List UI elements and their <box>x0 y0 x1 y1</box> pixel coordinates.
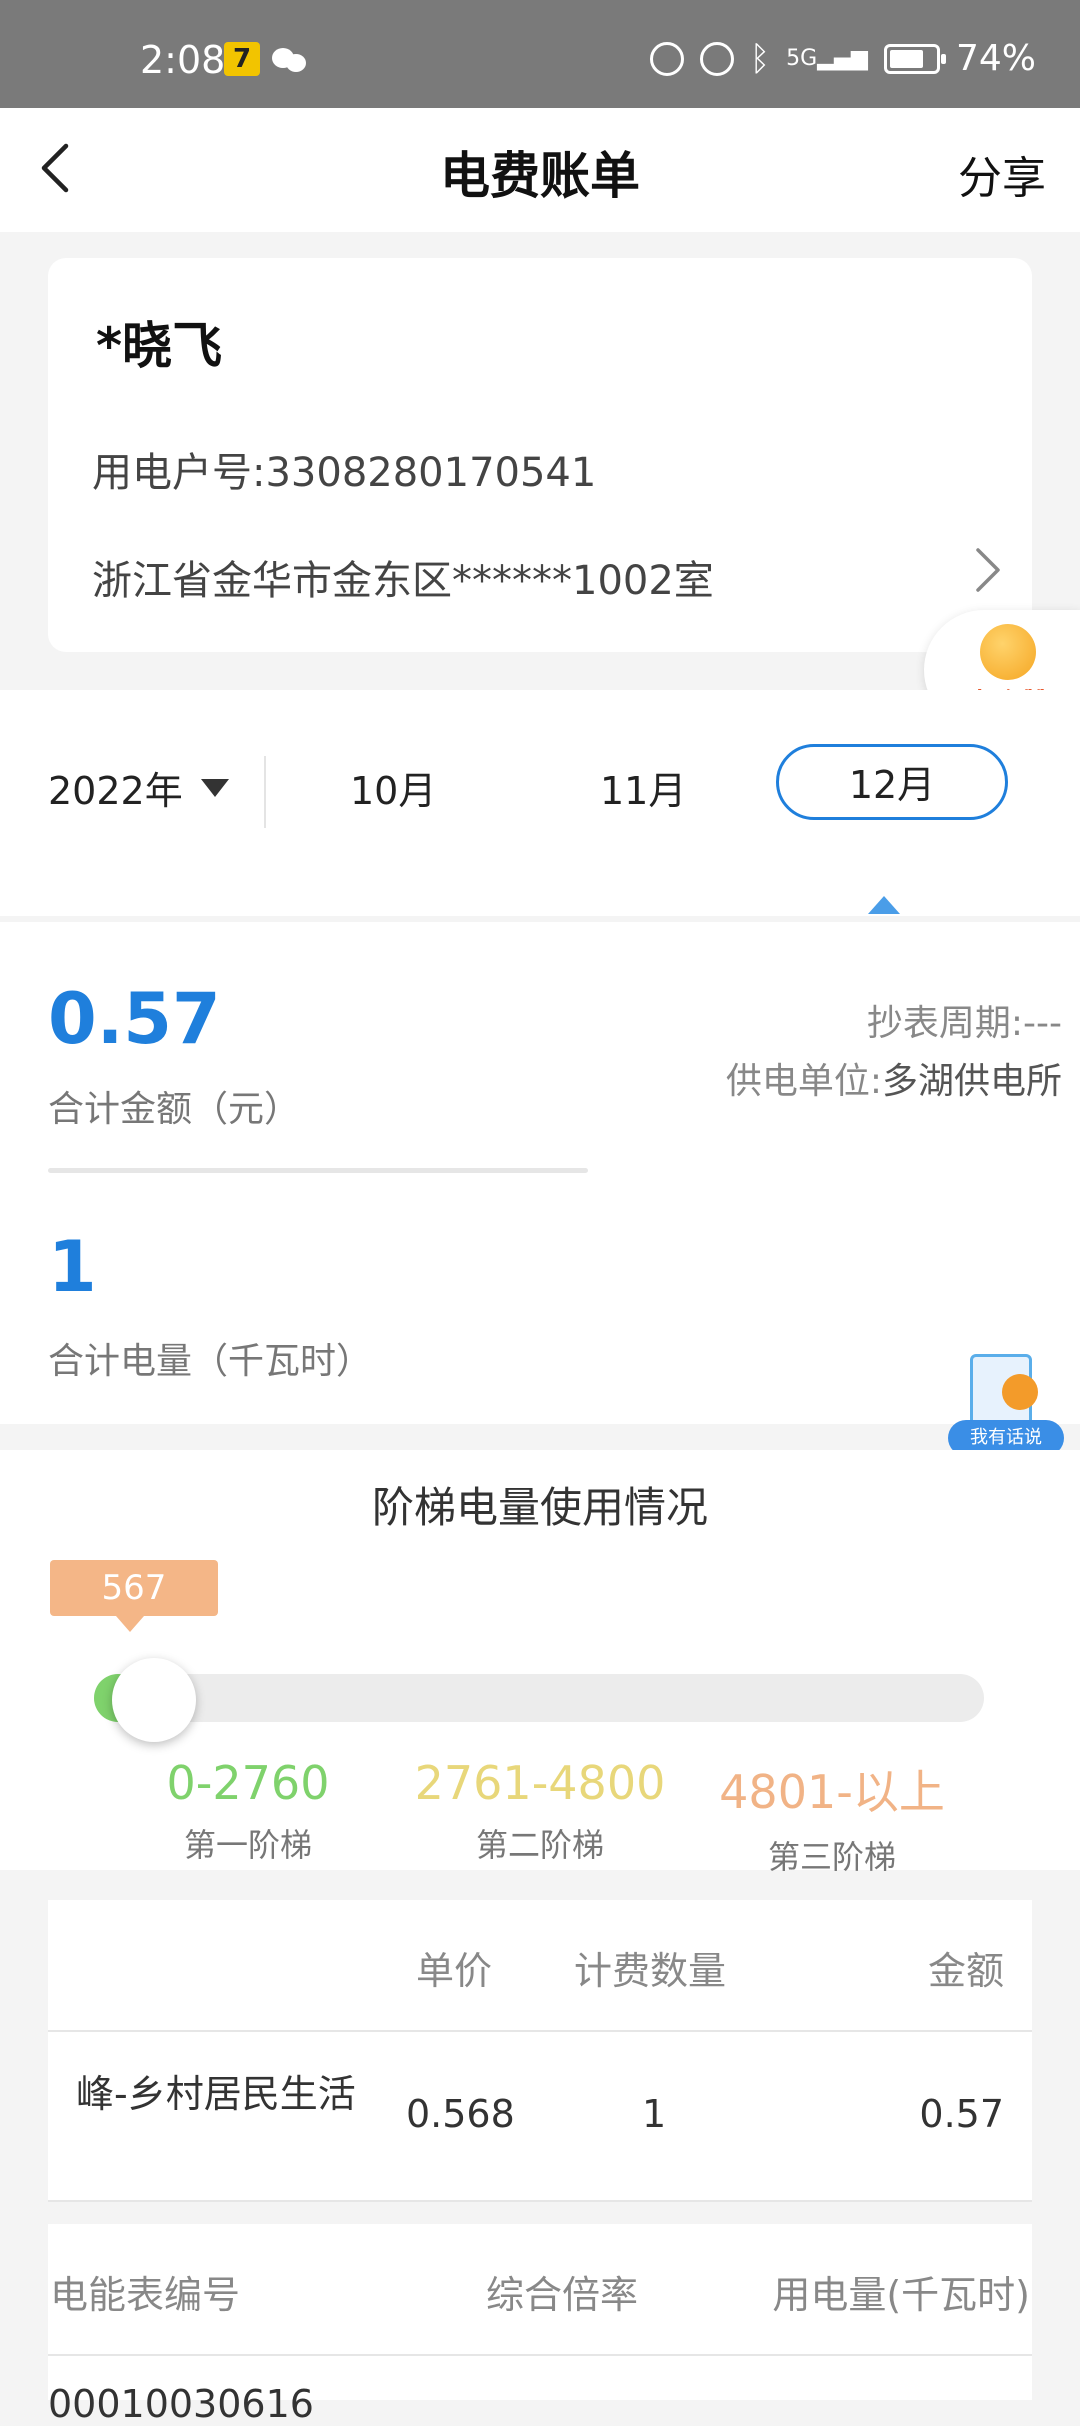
fee-table-header: 单价 计费数量 金额 <box>48 1900 1032 2032</box>
speed-icon <box>649 41 684 76</box>
period-selector: 2022年 10月 11月 12月 <box>0 690 1080 916</box>
header-price: 单价 <box>416 1949 493 1993</box>
page-title: 电费账单 <box>440 147 640 205</box>
total-kwh-label: 合计电量（千瓦时） <box>48 1341 373 1382</box>
status-indicators: ᛒ 5G▂▄▆ 74% <box>649 38 1036 79</box>
divider <box>264 756 266 828</box>
battery-percent: 74% <box>955 38 1036 79</box>
app-notification-icon: 7 <box>224 42 260 76</box>
table-row: 峰-乡村居民生活 0.568 1 0.57 <box>48 2032 1032 2202</box>
caret-down-icon <box>200 778 229 797</box>
tier-2: 2761-4800 第二阶梯 <box>390 1756 690 1866</box>
status-bar: 2:08 7 ᛒ 5G▂▄▆ 74% <box>0 0 1080 108</box>
chevron-right-icon[interactable] <box>964 540 1012 600</box>
smile-icon <box>980 624 1036 680</box>
header-quantity: 计费数量 <box>574 1949 727 1993</box>
customer-card[interactable]: *晓飞 用电户号:3308280170541 浙江省金华市金东区******10… <box>48 258 1032 652</box>
meter-table: 电能表编号 综合倍率 用电量(千瓦时) 00010030616 <box>48 2224 1032 2426</box>
customer-name: *晓飞 <box>96 317 223 375</box>
tier-name: 第三阶梯 <box>767 1838 896 1876</box>
meter-cycle: 抄表周期:--- <box>866 1003 1062 1044</box>
usage-bubble: 567 <box>50 1560 218 1632</box>
signal-icon: 5G▂▄▆ <box>786 45 868 71</box>
tab-month-10[interactable]: 10月 <box>350 760 436 815</box>
tier-range: 4801-以上 <box>719 1765 945 1819</box>
meter-table-header: 电能表编号 综合倍率 用电量(千瓦时) <box>48 2224 1032 2356</box>
header-multiplier: 综合倍率 <box>486 2273 639 2317</box>
summary-divider <box>48 1168 588 1173</box>
tier-title: 阶梯电量使用情况 <box>371 1483 708 1532</box>
total-amount-label: 合计金额（元） <box>48 1089 301 1130</box>
usage-slider-handle[interactable] <box>112 1658 196 1742</box>
supply-unit-label: 供电单位: <box>725 1061 882 1102</box>
customer-address: 浙江省金华市金东区******1002室 <box>92 558 714 604</box>
alarm-icon <box>699 41 734 76</box>
microphone-icon <box>1002 1374 1038 1410</box>
feedback-button[interactable]: 我有话说 <box>944 1354 1064 1458</box>
year-value: 2022年 <box>48 769 183 813</box>
tier-1: 0-2760 第一阶梯 <box>98 1756 398 1866</box>
wechat-icon <box>272 44 308 74</box>
tier-name: 第一阶梯 <box>183 1826 312 1864</box>
tier-3: 4801-以上 第三阶梯 <box>682 1756 982 1878</box>
total-amount: 0.57 <box>48 978 221 1060</box>
tab-month-12[interactable]: 12月 <box>776 744 1008 820</box>
usage-track <box>94 1674 984 1722</box>
notification-icons: 7 <box>224 42 308 76</box>
header-amount: 金额 <box>927 1949 1004 1993</box>
row-name: 峰-乡村居民生活 <box>76 2072 356 2116</box>
total-kwh: 1 <box>48 1226 97 1308</box>
status-time: 2:08 <box>140 38 226 82</box>
share-button[interactable]: 分享 <box>958 142 1046 206</box>
nav-bar: 电费账单 分享 <box>0 108 1080 232</box>
row-quantity: 1 <box>642 2092 667 2136</box>
tier-range: 0-2760 <box>166 1756 330 1810</box>
bill-summary: 0.57 合计金额（元） 抄表周期:--- 供电单位:多湖供电所 1 合计电量（… <box>0 922 1080 1424</box>
bluetooth-icon: ᛒ <box>749 38 771 79</box>
fee-table: 单价 计费数量 金额 峰-乡村居民生活 0.568 1 0.57 <box>48 1900 1032 2202</box>
year-dropdown[interactable]: 2022年 <box>48 760 229 815</box>
tier-usage-section: 阶梯电量使用情况 567 0-2760 第一阶梯 2761-4800 第二阶梯 … <box>0 1450 1080 1876</box>
supply-unit: 供电单位:多湖供电所 <box>726 1052 1062 1104</box>
battery-icon <box>883 43 946 74</box>
row-price: 0.568 <box>406 2092 515 2136</box>
row-amount: 0.57 <box>919 2092 1004 2136</box>
tier-range: 2761-4800 <box>414 1756 666 1810</box>
header-usage: 用电量(千瓦时) <box>772 2273 1030 2317</box>
tier-name: 第二阶梯 <box>475 1826 604 1864</box>
account-number: 用电户号:3308280170541 <box>92 450 597 496</box>
header-meter-no: 电能表编号 <box>50 2273 241 2317</box>
selected-pointer-icon <box>868 896 900 914</box>
tab-month-11[interactable]: 11月 <box>600 760 686 815</box>
meter-number: 00010030616 <box>48 2382 314 2426</box>
supply-unit-value: 多湖供电所 <box>881 1061 1062 1102</box>
